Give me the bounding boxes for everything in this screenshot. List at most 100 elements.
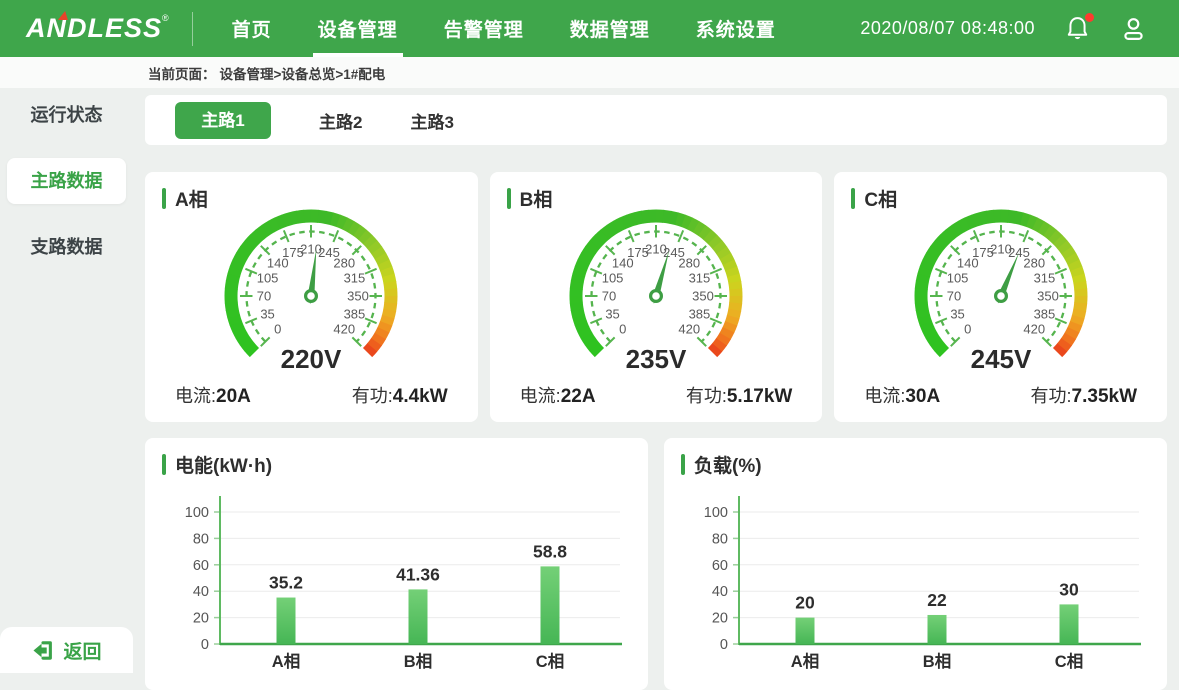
- voltage-gauge-phase-c: 03570105140175210245280315350385420245V: [886, 208, 1116, 380]
- circuit-tab-bar: 主路1 主路2 主路3: [145, 95, 1167, 145]
- card-title: 负载(%): [694, 451, 762, 478]
- gauge-stats: 电流:22A 有功:5.17kW: [490, 382, 823, 408]
- card-title: C相: [864, 185, 897, 212]
- top-navbar: ANDLESS® 首页 设备管理 告警管理 数据管理 系统设置 2020/08/…: [0, 0, 1179, 57]
- stat-value: 22A: [561, 386, 596, 407]
- svg-text:315: 315: [689, 271, 711, 286]
- voltage-gauge-phase-b: 03570105140175210245280315350385420235V: [541, 208, 771, 380]
- tab-main-circuit-3[interactable]: 主路3: [410, 108, 453, 133]
- stat-label: 电流:: [520, 386, 561, 406]
- stat-value: 20A: [216, 386, 251, 407]
- back-arrow-icon: [31, 639, 54, 662]
- title-accent-bar: [681, 454, 685, 475]
- sidebar-item-branch-circuit-data[interactable]: 支路数据: [7, 224, 126, 270]
- svg-text:420: 420: [1023, 322, 1045, 337]
- gauge-card-phase-b: B相 0357010514017521024528031535038542023…: [490, 172, 823, 422]
- svg-text:35: 35: [950, 306, 964, 321]
- svg-text:420: 420: [678, 322, 700, 337]
- gauges-row: A相 0357010514017521024528031535038542022…: [145, 172, 1167, 422]
- svg-text:80: 80: [192, 531, 208, 547]
- nav-item-data-management[interactable]: 数据管理: [547, 0, 673, 57]
- active-power-stat: 有功:4.4kW: [352, 382, 448, 408]
- stat-label: 有功:: [1031, 386, 1072, 406]
- svg-text:40: 40: [711, 584, 727, 600]
- notification-bell-icon[interactable]: [1065, 15, 1090, 42]
- gauge-stats: 电流:30A 有功:7.35kW: [834, 382, 1167, 408]
- svg-text:420: 420: [334, 322, 356, 337]
- nav-label: 告警管理: [444, 15, 524, 42]
- breadcrumb-path: 设备管理>设备总览>1#配电: [220, 63, 386, 83]
- sidebar-item-main-circuit-data[interactable]: 主路数据: [7, 158, 126, 204]
- current-stat: 电流:30A: [864, 382, 940, 408]
- current-stat: 电流:22A: [520, 382, 596, 408]
- svg-text:60: 60: [192, 558, 208, 574]
- main-nav: 首页 设备管理 告警管理 数据管理 系统设置: [209, 0, 799, 57]
- svg-text:385: 385: [1033, 306, 1055, 321]
- svg-text:315: 315: [1033, 271, 1055, 286]
- nav-item-device-management[interactable]: 设备管理: [295, 0, 421, 57]
- svg-text:350: 350: [1037, 289, 1059, 304]
- nav-item-home[interactable]: 首页: [209, 0, 295, 57]
- stat-label: 有功:: [686, 386, 727, 406]
- main-content: 主路1 主路2 主路3 A相 0357010514017521024528031…: [133, 88, 1179, 673]
- svg-text:0: 0: [719, 637, 727, 653]
- svg-text:70: 70: [946, 289, 960, 304]
- svg-text:0: 0: [619, 322, 626, 337]
- nav-label: 系统设置: [696, 15, 776, 42]
- active-power-stat: 有功:5.17kW: [686, 382, 793, 408]
- nav-label: 设备管理: [318, 15, 398, 42]
- title-accent-bar: [851, 188, 855, 209]
- svg-text:70: 70: [602, 289, 616, 304]
- registered-trademark: ®: [162, 13, 170, 23]
- svg-text:20: 20: [795, 593, 815, 613]
- stat-label: 电流:: [864, 386, 905, 406]
- svg-text:315: 315: [344, 271, 366, 286]
- energy-bar-chart: 02040608010035.2A相41.36B相58.8C相: [162, 482, 632, 674]
- header-divider: [192, 12, 193, 46]
- stat-value: 30A: [905, 386, 940, 407]
- breadcrumb-label: 当前页面：: [148, 63, 216, 83]
- logo-text: ANDLESS: [26, 13, 162, 43]
- charts-row: 电能(kW·h) 02040608010035.2A相41.36B相58.8C相…: [145, 438, 1167, 690]
- back-button[interactable]: 返回: [0, 627, 133, 673]
- svg-text:35: 35: [261, 306, 275, 321]
- gauge-stats: 电流:20A 有功:4.4kW: [145, 382, 478, 408]
- svg-text:105: 105: [946, 271, 968, 286]
- svg-text:70: 70: [257, 289, 271, 304]
- gauge-card-phase-c: C相 0357010514017521024528031535038542024…: [834, 172, 1167, 422]
- voltage-gauge-phase-a: 03570105140175210245280315350385420220V: [196, 208, 426, 380]
- svg-text:105: 105: [602, 271, 624, 286]
- svg-text:20: 20: [192, 611, 208, 627]
- chart-card-energy: 电能(kW·h) 02040608010035.2A相41.36B相58.8C相: [145, 438, 648, 690]
- header-right: 2020/08/07 08:48:00: [860, 15, 1147, 42]
- svg-text:35: 35: [605, 306, 619, 321]
- svg-text:41.36: 41.36: [396, 564, 440, 584]
- sidebar-item-running-status[interactable]: 运行状态: [7, 92, 126, 138]
- svg-text:20: 20: [711, 611, 727, 627]
- active-power-stat: 有功:7.35kW: [1031, 382, 1138, 408]
- user-profile-icon[interactable]: [1120, 15, 1147, 42]
- card-head: 负载(%): [681, 451, 1167, 478]
- svg-text:280: 280: [1023, 255, 1045, 270]
- left-sidebar: 运行状态 主路数据 支路数据 返回: [0, 88, 133, 673]
- current-stat: 电流:20A: [175, 382, 251, 408]
- svg-text:385: 385: [344, 306, 366, 321]
- svg-text:A相: A相: [790, 651, 818, 671]
- nav-label: 首页: [232, 15, 272, 42]
- svg-text:35.2: 35.2: [268, 573, 302, 593]
- tab-main-circuit-2[interactable]: 主路2: [319, 108, 362, 133]
- svg-text:0: 0: [200, 637, 208, 653]
- back-button-label: 返回: [63, 637, 101, 664]
- svg-text:60: 60: [711, 558, 727, 574]
- svg-text:280: 280: [678, 255, 700, 270]
- card-title: A相: [175, 185, 208, 212]
- tab-main-circuit-1[interactable]: 主路1: [175, 102, 271, 139]
- svg-text:385: 385: [689, 306, 711, 321]
- person-icon: [1120, 15, 1147, 42]
- breadcrumb: 当前页面： 设备管理>设备总览>1#配电: [0, 57, 1179, 88]
- nav-item-system-settings[interactable]: 系统设置: [673, 0, 799, 57]
- svg-text:30: 30: [1059, 579, 1079, 599]
- chart-card-load: 负载(%) 02040608010020A相22B相30C相: [664, 438, 1167, 690]
- stat-label: 有功:: [352, 386, 393, 406]
- nav-item-alarm-management[interactable]: 告警管理: [421, 0, 547, 57]
